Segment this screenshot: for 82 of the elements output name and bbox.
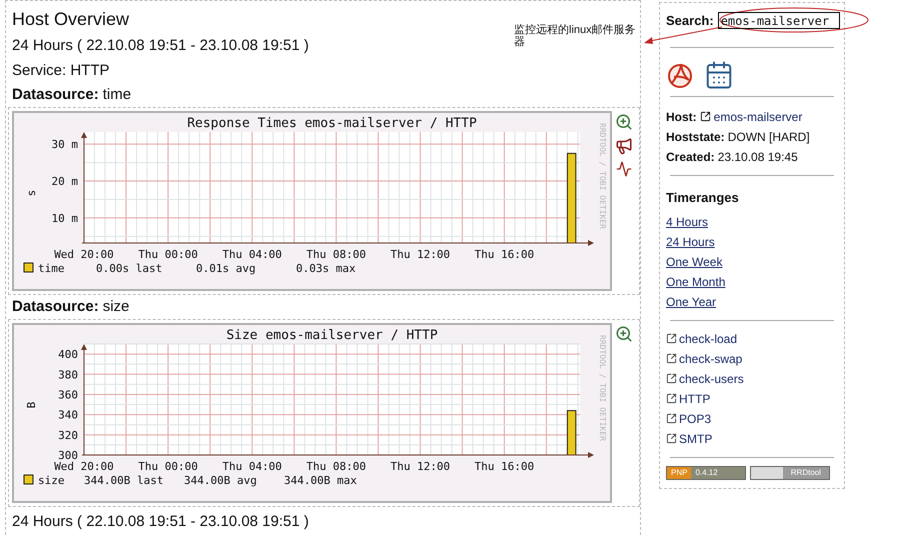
zoom-in-icon[interactable]: [615, 325, 633, 343]
vertical-credit-text: RRDTOOL / TOBI OETIKER: [598, 123, 607, 229]
external-link-icon[interactable]: [666, 433, 677, 444]
search-field[interactable]: emos-mailserver: [718, 12, 840, 30]
y-tick-label: 400: [58, 348, 78, 362]
page-title: Host Overview: [12, 8, 130, 31]
x-tick-label: Thu 08:00: [306, 460, 366, 473]
chart-title: Size emos-mailserver / HTTP: [226, 328, 438, 343]
horn-icon[interactable]: [615, 137, 633, 155]
legend-label: size: [38, 474, 64, 487]
external-link-icon[interactable]: [666, 333, 677, 344]
legend-swatch: [24, 474, 34, 484]
timerange-link[interactable]: 4 Hours: [666, 212, 708, 232]
datasource-name: time: [102, 85, 132, 105]
service-link[interactable]: SMTP: [679, 428, 712, 448]
external-link-icon[interactable]: [666, 353, 677, 364]
x-tick-label: Wed 20:00: [54, 248, 114, 261]
info-label: Host:: [666, 108, 697, 126]
y-tick-label: 300: [58, 449, 78, 462]
x-tick-label: Thu 04:00: [222, 460, 282, 473]
service-link[interactable]: POP3: [679, 408, 712, 428]
service-link[interactable]: HTTP: [679, 388, 710, 408]
y-tick-label: 20 m: [52, 175, 78, 188]
x-tick-label: Thu 00:00: [138, 460, 198, 473]
timerange-link[interactable]: 24 Hours: [666, 232, 715, 252]
timerange-text: 24 Hours ( 22.10.08 19:51 - 23.10.08 19:51 ): [12, 512, 309, 532]
x-tick-label: Thu 12:00: [390, 460, 450, 473]
service-link[interactable]: check-users: [679, 368, 744, 388]
external-link-icon[interactable]: [666, 413, 677, 424]
x-tick-label: Thu 12:00: [390, 248, 450, 261]
pnp-version-badge[interactable]: PNP 0.4.12: [666, 466, 746, 480]
legend-stat: 0.01s avg: [196, 262, 256, 275]
host-link[interactable]: emos-mailserver: [714, 106, 802, 126]
axis-label: s: [25, 190, 38, 196]
legend-stat: 0.03s max: [296, 262, 356, 275]
datasource-label: Datasource:: [12, 85, 99, 105]
legend-stat: 344.00B avg: [184, 474, 257, 487]
wave-icon[interactable]: [616, 161, 632, 177]
service-text: Service: HTTP: [12, 61, 110, 81]
annotation-text: 监控远程的linux邮件服务器: [514, 24, 637, 48]
external-link-icon[interactable]: [700, 111, 711, 122]
badge-text: PNP: [667, 466, 692, 478]
y-tick-label: 380: [58, 368, 78, 382]
datasource-name: size: [102, 297, 130, 317]
timerange-link[interactable]: One Year: [666, 292, 716, 312]
info-label: Created:: [666, 148, 715, 166]
calendar-icon[interactable]: [704, 60, 734, 90]
x-tick-label: Thu 16:00: [474, 460, 534, 473]
y-tick-label: 10 m: [52, 212, 78, 225]
x-tick-label: Thu 16:00: [474, 248, 534, 261]
timerange-text: 24 Hours ( 22.10.08 19:51 - 23.10.08 19:51 ): [12, 36, 309, 56]
zoom-in-icon[interactable]: [615, 113, 633, 131]
info-label: Hoststate:: [666, 128, 725, 146]
legend-stat: 344.00B last: [84, 474, 164, 487]
y-tick-label: 360: [58, 388, 78, 402]
x-tick-label: Thu 00:00: [138, 248, 198, 261]
chart-title: Response Times emos-mailserver / HTTP: [187, 116, 477, 131]
x-tick-label: Thu 04:00: [222, 248, 282, 261]
service-link[interactable]: check-swap: [679, 348, 742, 368]
search-label: Search:: [666, 12, 714, 30]
data-bar: [566, 410, 576, 456]
y-tick-label: 340: [58, 408, 78, 422]
x-tick-label: Thu 08:00: [306, 248, 366, 261]
x-tick-label: Wed 20:00: [54, 460, 114, 473]
vertical-credit-text: RRDTOOL / TOBI OETIKER: [598, 335, 607, 441]
info-value: DOWN [HARD]: [728, 128, 810, 146]
timerange-link[interactable]: One Week: [666, 252, 722, 272]
section-heading: Timeranges: [666, 188, 740, 207]
external-link-icon[interactable]: [666, 373, 677, 384]
legend-stat: 344.00B max: [284, 474, 357, 487]
datasource-label: Datasource:: [12, 297, 99, 317]
y-tick-label: 30 m: [52, 138, 78, 152]
y-tick-label: 320: [58, 428, 78, 442]
external-link-icon[interactable]: [666, 393, 677, 404]
service-link[interactable]: check-load: [679, 328, 738, 348]
axis-label: B: [25, 402, 38, 408]
legend-swatch: [24, 262, 34, 272]
legend-stat: 0.00s last: [96, 262, 162, 275]
badge-text: 0.4.12: [691, 466, 745, 478]
info-value: 23.10.08 19:45: [718, 148, 798, 166]
timerange-link[interactable]: One Month: [666, 272, 726, 292]
legend-label: time: [38, 262, 64, 275]
